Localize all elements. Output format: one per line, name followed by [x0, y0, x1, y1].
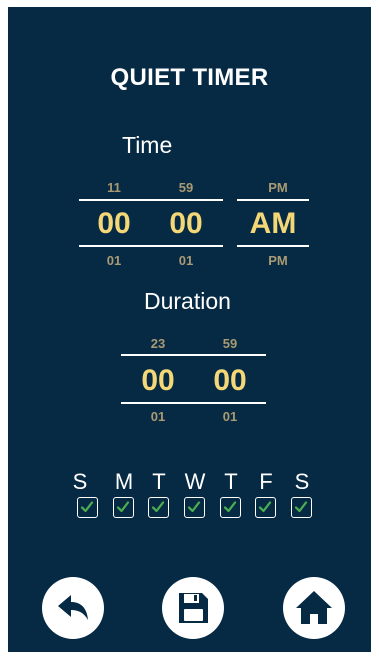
day-letter-saturday: S — [294, 469, 310, 494]
time-label: Time — [122, 132, 173, 158]
time-hour-prev[interactable]: 11 — [89, 180, 139, 195]
back-button[interactable] — [42, 577, 104, 639]
check-icon — [80, 501, 94, 513]
duration-top-divider — [121, 354, 266, 356]
check-icon — [187, 501, 201, 513]
time-minute-next[interactable]: 01 — [161, 253, 211, 268]
duration-minutes-prev[interactable]: 59 — [205, 336, 255, 351]
floppy-disk-icon — [179, 593, 208, 623]
duration-minutes-value[interactable]: 00 — [195, 363, 265, 399]
quiet-timer-screen: QUIET TIMER Time 11 59 PM 00 00 AM 01 01… — [8, 7, 371, 652]
page-title: QUIET TIMER — [110, 64, 269, 91]
time-hour-value[interactable]: 00 — [79, 206, 149, 242]
back-arrow-icon — [58, 595, 88, 620]
day-letter-thursday: T — [224, 469, 238, 494]
day-checkbox-sunday[interactable] — [77, 497, 98, 518]
day-checkbox-wednesday[interactable] — [184, 497, 205, 518]
time-bottom-divider — [79, 245, 223, 247]
day-letter-monday: M — [114, 469, 134, 494]
save-button[interactable] — [162, 577, 224, 639]
day-letter-friday: F — [259, 469, 273, 494]
day-letter-tuesday: T — [152, 469, 166, 494]
day-checkbox-monday[interactable] — [113, 497, 134, 518]
duration-hours-value[interactable]: 00 — [123, 363, 193, 399]
time-top-divider — [79, 199, 223, 201]
home-button[interactable] — [283, 577, 345, 639]
duration-hours-next[interactable]: 01 — [133, 409, 183, 424]
time-ampm-value[interactable]: AM — [238, 206, 308, 242]
duration-label: Duration — [144, 288, 231, 314]
ampm-top-divider — [237, 199, 309, 201]
check-icon — [258, 501, 272, 513]
time-hour-next[interactable]: 01 — [89, 253, 139, 268]
day-checkbox-saturday[interactable] — [291, 497, 312, 518]
time-minute-value[interactable]: 00 — [151, 206, 221, 242]
duration-hours-prev[interactable]: 23 — [133, 336, 183, 351]
duration-minutes-next[interactable]: 01 — [205, 409, 255, 424]
ampm-bottom-divider — [237, 245, 309, 247]
home-icon — [296, 591, 332, 624]
duration-bottom-divider — [121, 402, 266, 404]
day-checkbox-thursday[interactable] — [220, 497, 241, 518]
check-icon — [223, 501, 237, 513]
check-icon — [151, 501, 165, 513]
day-letter-wednesday: W — [184, 469, 206, 494]
day-checkbox-tuesday[interactable] — [148, 497, 169, 518]
time-ampm-prev[interactable]: PM — [253, 180, 303, 195]
day-checkbox-friday[interactable] — [255, 497, 276, 518]
check-icon — [116, 501, 130, 513]
time-ampm-next[interactable]: PM — [253, 253, 303, 268]
check-icon — [294, 501, 308, 513]
day-letter-sunday: S — [72, 469, 88, 494]
time-minute-prev[interactable]: 59 — [161, 180, 211, 195]
